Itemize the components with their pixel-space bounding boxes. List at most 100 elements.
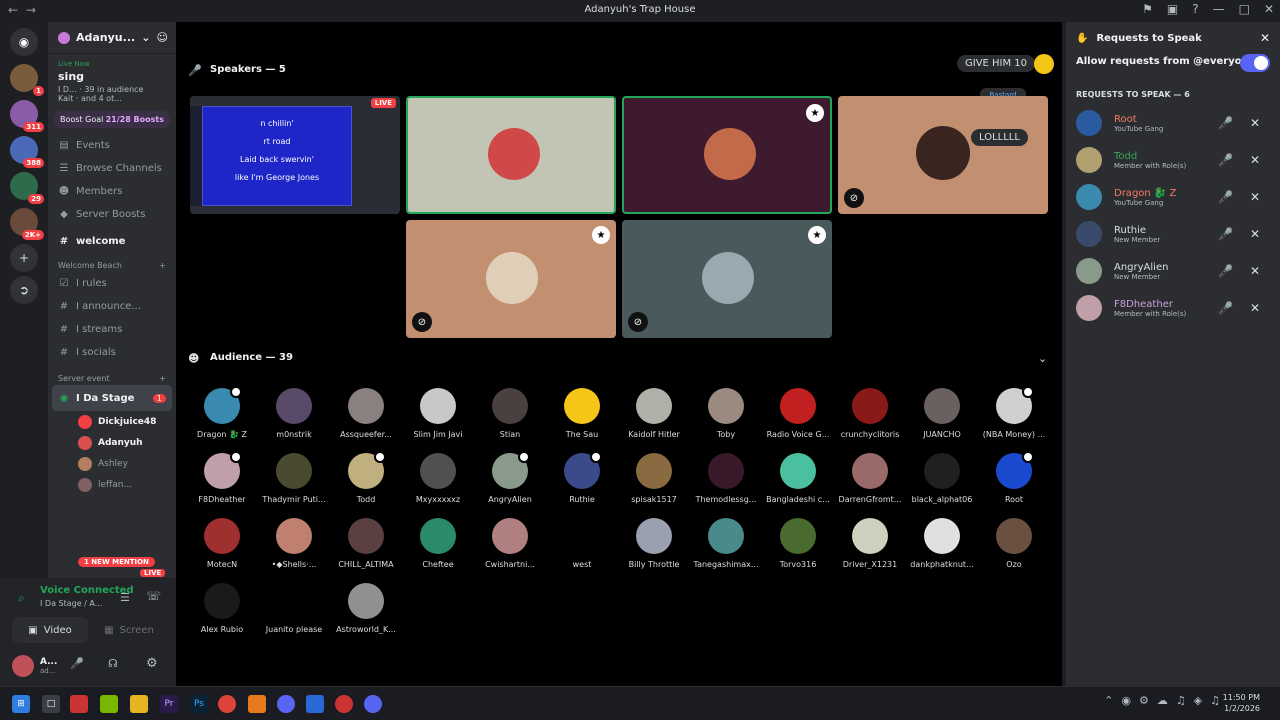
audience-member[interactable]: Assqueefer...: [330, 388, 402, 439]
audience-member[interactable]: Todd: [330, 451, 402, 504]
mic-icon[interactable]: 🎤: [70, 657, 84, 670]
speaker-tile[interactable]: ⊘: [838, 96, 1048, 214]
channel-welcome[interactable]: # welcome: [48, 230, 176, 253]
audience-member[interactable]: Driver_X1231: [834, 518, 906, 569]
request-row[interactable]: Root YouTube Gang 🎤 ✕: [1076, 108, 1272, 138]
new-mention-pill[interactable]: 1 NEW MENTION: [78, 557, 155, 567]
windows-start-icon[interactable]: ⊞: [12, 695, 30, 713]
audience-member[interactable]: DarrenGfromt...: [834, 453, 906, 504]
invite-to-speak-icon[interactable]: 🎤: [1218, 227, 1233, 241]
nav-browse-channels[interactable]: ☰ Browse Channels: [48, 157, 176, 180]
audience-member[interactable]: Toby: [690, 388, 762, 439]
audience-member[interactable]: Torvo316: [762, 518, 834, 569]
audience-member[interactable]: AngryAlien: [474, 451, 546, 504]
speaker-tile[interactable]: [406, 96, 616, 214]
invite-to-speak-icon[interactable]: 🎤: [1218, 301, 1233, 315]
close-icon[interactable]: ✕: [1264, 2, 1274, 16]
stage-user[interactable]: Ashley: [48, 453, 176, 474]
nav-events[interactable]: ▤ Events: [48, 134, 176, 157]
request-row[interactable]: F8Dheather Member with Role(s) 🎤 ✕: [1076, 293, 1272, 323]
app-icon[interactable]: [364, 695, 382, 713]
close-icon[interactable]: ✕: [1260, 31, 1270, 45]
headphones-icon[interactable]: ☊: [108, 657, 118, 670]
app-icon[interactable]: [306, 695, 324, 713]
server-header[interactable]: Adanyu... ⌄ ☺: [48, 22, 176, 54]
chrome-icon[interactable]: [218, 695, 236, 713]
stage-user[interactable]: leffan...: [48, 474, 176, 495]
add-channel-icon[interactable]: +: [159, 261, 166, 270]
stage-user[interactable]: Adanyuh: [48, 432, 176, 453]
server-icon[interactable]: 1: [10, 64, 44, 96]
inbox-icon[interactable]: ▣: [1167, 2, 1178, 16]
stage-user[interactable]: Dickjuice48: [48, 411, 176, 432]
audience-member[interactable]: Ozo: [978, 518, 1050, 569]
nav-members[interactable]: ☻ Members: [48, 180, 176, 203]
server-folder-icon[interactable]: 311: [10, 100, 44, 132]
dismiss-request-icon[interactable]: ✕: [1250, 153, 1260, 167]
invite-to-speak-icon[interactable]: 🎤: [1218, 190, 1233, 204]
boost-goal[interactable]: Boost Goal 21/28 Boosts: [54, 111, 170, 128]
nvidia-icon[interactable]: [100, 695, 118, 713]
server-folder-icon[interactable]: 29: [10, 172, 44, 204]
dismiss-request-icon[interactable]: ✕: [1250, 116, 1260, 130]
audience-member[interactable]: dankphatknut...: [906, 518, 978, 569]
audience-member[interactable]: Juanito please: [258, 583, 330, 634]
discord-home-icon[interactable]: ◉: [10, 28, 38, 56]
category-welcome-beach[interactable]: Welcome Beach +: [48, 253, 176, 272]
audience-member[interactable]: MotecN: [186, 518, 258, 569]
dismiss-request-icon[interactable]: ✕: [1250, 264, 1260, 278]
audience-member[interactable]: Bangladeshi c...: [762, 453, 834, 504]
discord-taskbar-icon[interactable]: [277, 695, 295, 713]
video-button[interactable]: ▣ Video: [12, 617, 88, 643]
speaker-tile[interactable]: ★ ⊘: [406, 220, 616, 338]
audience-member[interactable]: Alex Rubio: [186, 583, 258, 634]
dismiss-request-icon[interactable]: ✕: [1250, 227, 1260, 241]
maximize-icon[interactable]: □: [1239, 2, 1250, 16]
audience-member[interactable]: CHILL_ALTIMA: [330, 518, 402, 569]
task-view-icon[interactable]: □: [42, 695, 60, 713]
channel-da-stage[interactable]: ◉ I Da Stage 1: [52, 385, 172, 411]
premiere-icon[interactable]: Pr: [160, 695, 178, 713]
request-row[interactable]: AngryAlien New Member 🎤 ✕: [1076, 256, 1272, 286]
audience-member[interactable]: Ruthie: [546, 451, 618, 504]
invite-to-speak-icon[interactable]: 🎤: [1218, 264, 1233, 278]
help-icon[interactable]: ?: [1192, 2, 1198, 16]
audience-member[interactable]: Radio Voice G...: [762, 388, 834, 439]
channel-socials[interactable]: # I socials: [48, 341, 176, 364]
channel-streams[interactable]: # I streams: [48, 318, 176, 341]
audience-member[interactable]: spisak1517: [618, 453, 690, 504]
app-icon[interactable]: [335, 695, 353, 713]
minimize-icon[interactable]: —: [1213, 2, 1225, 16]
audience-member[interactable]: Stian: [474, 388, 546, 439]
audience-member[interactable]: Slim Jim Javi: [402, 388, 474, 439]
flag-icon[interactable]: ⚑: [1142, 2, 1153, 16]
dismiss-request-icon[interactable]: ✕: [1250, 301, 1260, 315]
audience-member[interactable]: F8Dheather: [186, 451, 258, 504]
app-icon[interactable]: [248, 695, 266, 713]
audience-member[interactable]: JUANCHO: [906, 388, 978, 439]
clock[interactable]: 11:50 PM 1/2/2026: [1223, 692, 1260, 714]
dismiss-request-icon[interactable]: ✕: [1250, 190, 1260, 204]
account-area[interactable]: A... ad...: [12, 655, 57, 677]
server-folder-icon[interactable]: 2K+: [10, 208, 44, 240]
invite-to-speak-icon[interactable]: 🎤: [1218, 153, 1233, 167]
settings-gear-icon[interactable]: ⚙: [146, 656, 158, 671]
audience-member[interactable]: Root: [978, 451, 1050, 504]
audience-member[interactable]: Billy Throttle: [618, 518, 690, 569]
audience-member[interactable]: Themodlessg...: [690, 453, 762, 504]
screen-share-tile[interactable]: n chillin' rt road Laid back swervin' li…: [190, 96, 400, 214]
server-folder-icon[interactable]: 388: [10, 136, 44, 168]
speaker-tile[interactable]: ★: [622, 96, 832, 214]
request-row[interactable]: Ruthie New Member 🎤 ✕: [1076, 219, 1272, 249]
channel-announcements[interactable]: # I announce...: [48, 295, 176, 318]
audience-member[interactable]: Kaidolf Hitler: [618, 388, 690, 439]
system-tray-icons[interactable]: ⌃◉⚙☁♫◈♫: [1104, 694, 1228, 707]
photoshop-icon[interactable]: Ps: [190, 695, 208, 713]
audience-member[interactable]: m0nstrik: [258, 388, 330, 439]
audience-member[interactable]: Cheftee: [402, 518, 474, 569]
invite-to-speak-icon[interactable]: 🎤: [1218, 116, 1233, 130]
audience-member[interactable]: The Sau: [546, 388, 618, 439]
audience-member[interactable]: crunchyclitoris: [834, 388, 906, 439]
invite-icon[interactable]: ☺: [157, 31, 168, 44]
live-now-card[interactable]: Live Now sing I D... · 39 in audience Ka…: [54, 58, 170, 105]
